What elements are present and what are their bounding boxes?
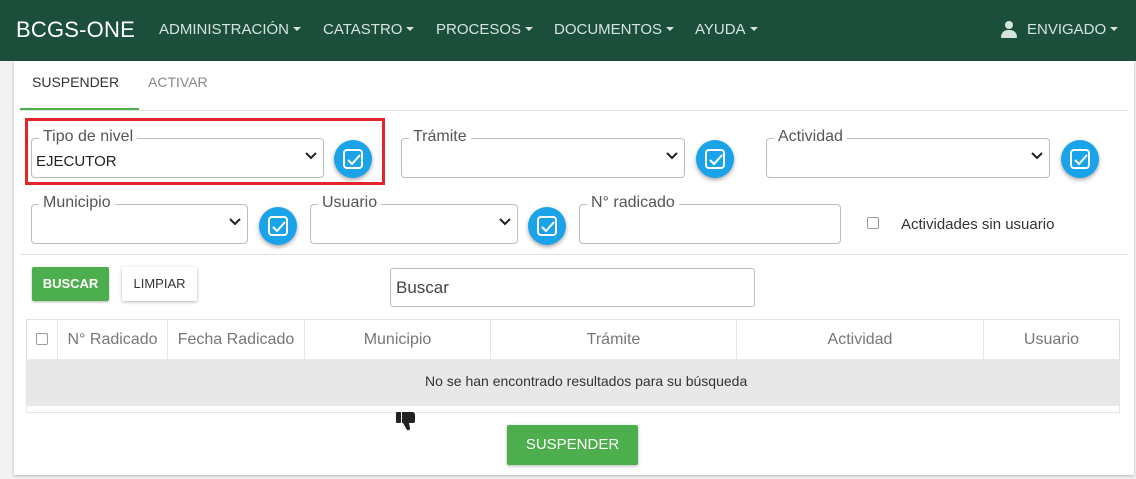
actividades-sin-usuario-label: Actividades sin usuario xyxy=(901,216,1055,233)
radicado-label: N° radicado xyxy=(587,194,679,212)
menu-documentos[interactable]: DOCUMENTOS xyxy=(554,21,675,38)
caret-down-icon xyxy=(406,27,415,32)
top-navbar: BCGS-ONE ADMINISTRACIÓN CATASTRO PROCESO… xyxy=(0,0,1136,61)
col-radicado[interactable]: N° Radicado xyxy=(58,320,168,359)
radicado-input[interactable]: N° radicado xyxy=(579,194,841,244)
actividad-select[interactable]: Actividad xyxy=(766,128,1050,178)
checkmark-icon xyxy=(541,221,555,233)
menu-catastro-label: CATASTRO xyxy=(323,21,403,38)
limpiar-button[interactable]: LIMPIAR xyxy=(122,267,197,301)
actividad-check-button[interactable] xyxy=(1061,140,1099,178)
municipio-select[interactable]: Municipio xyxy=(31,194,248,244)
menu-procesos[interactable]: PROCESOS xyxy=(436,21,534,38)
tab-suspender[interactable]: SUSPENDER xyxy=(32,74,119,90)
empty-results-message: No se han encontrado resultados para su … xyxy=(425,373,748,389)
suspender-button[interactable]: SUSPENDER xyxy=(507,425,638,465)
caret-down-icon xyxy=(666,27,675,32)
menu-ayuda[interactable]: AYUDA xyxy=(695,21,758,38)
chevron-down-icon xyxy=(499,218,511,226)
col-fecha-radicado[interactable]: Fecha Radicado xyxy=(168,320,305,359)
usuario-check-button[interactable] xyxy=(528,207,566,245)
checkmark-icon xyxy=(272,221,286,233)
checkmark-icon xyxy=(709,154,723,166)
caret-down-icon xyxy=(293,27,302,32)
tramite-select[interactable]: Trámite xyxy=(401,128,685,178)
select-all-checkbox[interactable] xyxy=(36,333,48,345)
checkbox-frame-icon xyxy=(705,149,725,169)
usuario-label: Usuario xyxy=(318,194,382,212)
brand-logo[interactable]: BCGS-ONE xyxy=(16,17,135,43)
empty-results-row: No se han encontrado resultados para su … xyxy=(27,360,1119,431)
checkbox-frame-icon xyxy=(537,216,557,236)
tramite-check-button[interactable] xyxy=(696,140,734,178)
municipio-label: Municipio xyxy=(39,194,115,212)
menu-administracion-label: ADMINISTRACIÓN xyxy=(159,21,290,38)
caret-down-icon xyxy=(525,27,534,32)
checkbox-frame-icon xyxy=(1070,149,1090,169)
tramite-label: Trámite xyxy=(409,128,471,146)
col-usuario[interactable]: Usuario xyxy=(984,320,1119,359)
results-table: N° Radicado Fecha Radicado Municipio Trá… xyxy=(26,319,1120,431)
table-header: N° Radicado Fecha Radicado Municipio Trá… xyxy=(27,320,1119,359)
tab-activar[interactable]: ACTIVAR xyxy=(148,74,208,90)
chevron-down-icon xyxy=(666,152,678,160)
checkmark-icon xyxy=(1074,154,1088,166)
checkbox-frame-icon xyxy=(268,216,288,236)
menu-procesos-label: PROCESOS xyxy=(436,21,522,38)
highlight-box xyxy=(25,118,385,185)
user-icon-head xyxy=(1005,21,1013,29)
search-input[interactable] xyxy=(390,268,755,307)
select-all-cell xyxy=(27,320,58,359)
buscar-button[interactable]: BUSCAR xyxy=(32,267,109,301)
user-icon xyxy=(1001,21,1017,38)
thumbs-down-icon xyxy=(396,412,415,431)
menu-ayuda-label: AYUDA xyxy=(695,21,746,38)
menu-catastro[interactable]: CATASTRO xyxy=(323,21,415,38)
actividad-label: Actividad xyxy=(774,128,847,146)
chevron-down-icon xyxy=(229,218,241,226)
tabs-divider xyxy=(20,110,1128,111)
user-menu-label: ENVIGADO xyxy=(1027,21,1107,38)
usuario-select[interactable]: Usuario xyxy=(310,194,518,244)
col-tramite[interactable]: Trámite xyxy=(491,320,737,359)
actividades-sin-usuario-checkbox[interactable] xyxy=(867,217,879,229)
user-icon-body xyxy=(1001,30,1017,38)
municipio-check-button[interactable] xyxy=(259,207,297,245)
filters-divider xyxy=(20,254,1128,255)
menu-documentos-label: DOCUMENTOS xyxy=(554,21,663,38)
chevron-down-icon xyxy=(1031,152,1043,160)
col-municipio[interactable]: Municipio xyxy=(305,320,491,359)
user-menu[interactable]: ENVIGADO xyxy=(1027,21,1119,38)
col-actividad[interactable]: Actividad xyxy=(737,320,984,359)
caret-down-icon xyxy=(1110,27,1119,32)
caret-down-icon xyxy=(749,27,758,32)
menu-administracion[interactable]: ADMINISTRACIÓN xyxy=(159,21,302,38)
